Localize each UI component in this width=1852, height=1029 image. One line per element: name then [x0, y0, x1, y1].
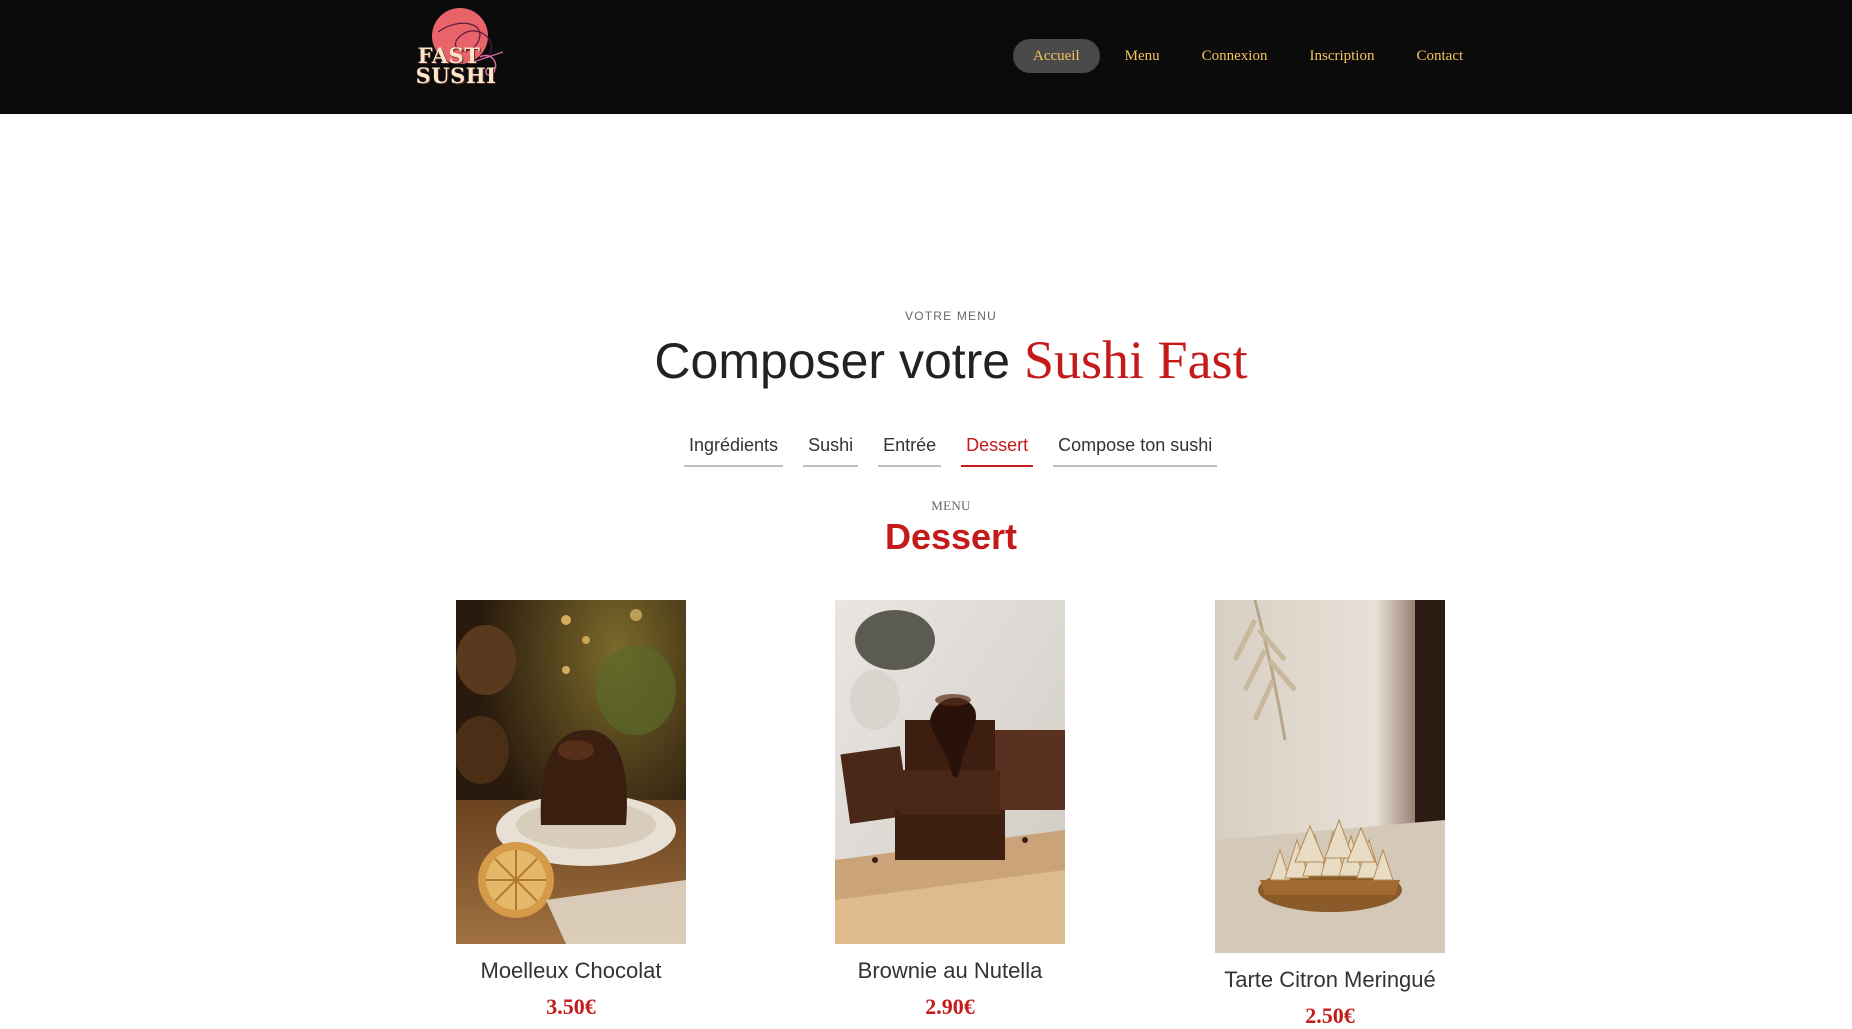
tab-compose-ton-sushi[interactable]: Compose ton sushi — [1053, 432, 1218, 467]
product-price: 2.50€ — [1305, 1003, 1355, 1028]
tab-entree[interactable]: Entrée — [878, 432, 942, 467]
tab-dessert[interactable]: Dessert — [961, 432, 1034, 467]
hero-kicker: VOTRE MENU — [904, 309, 997, 323]
nav-link-menu[interactable]: Menu — [1104, 39, 1181, 73]
section-kicker: MENU — [931, 498, 971, 513]
product-name: Brownie au Nutella — [857, 958, 1043, 983]
brand-logo[interactable]: FAST SUSHI — [408, 8, 504, 92]
nav-link-inscription[interactable]: Inscription — [1288, 39, 1395, 73]
nav-link-contact[interactable]: Contact — [1395, 39, 1484, 73]
product-photo-moelleux — [456, 600, 686, 944]
page-title-plain: Composer votre — [654, 333, 1024, 389]
page-title: Composer votre Sushi Fast — [0, 328, 1852, 393]
product-name: Moelleux Chocolat — [480, 958, 662, 983]
product-card[interactable]: Tarte Citron Meringué 2.50€ — [1215, 600, 1445, 1029]
section-title: Dessert — [884, 516, 1018, 557]
logo-wordmark: FAST SUSHI — [415, 43, 497, 88]
tab-sushi[interactable]: Sushi — [803, 432, 859, 467]
menu-tabs: Ingrédients Sushi Entrée Dessert Compose… — [684, 432, 1237, 467]
product-price: 2.90€ — [925, 994, 975, 1019]
main-nav: Accueil Menu Connexion Inscription Conta… — [1013, 39, 1484, 73]
tab-ingredients[interactable]: Ingrédients — [684, 432, 784, 467]
product-name: Tarte Citron Meringué — [1224, 967, 1436, 992]
page-title-accent: Sushi Fast — [1024, 330, 1248, 390]
product-photo-brownie — [835, 600, 1065, 944]
product-photo-tarte — [1215, 600, 1445, 953]
product-card[interactable]: Moelleux Chocolat 3.50€ — [456, 600, 686, 1020]
nav-link-connexion[interactable]: Connexion — [1181, 39, 1289, 73]
product-card[interactable]: Brownie au Nutella 2.90€ — [835, 600, 1065, 1020]
navbar: FAST SUSHI Accueil Menu Connexion Inscri… — [0, 0, 1852, 114]
nav-link-accueil[interactable]: Accueil — [1013, 39, 1100, 73]
product-price: 3.50€ — [546, 994, 596, 1019]
